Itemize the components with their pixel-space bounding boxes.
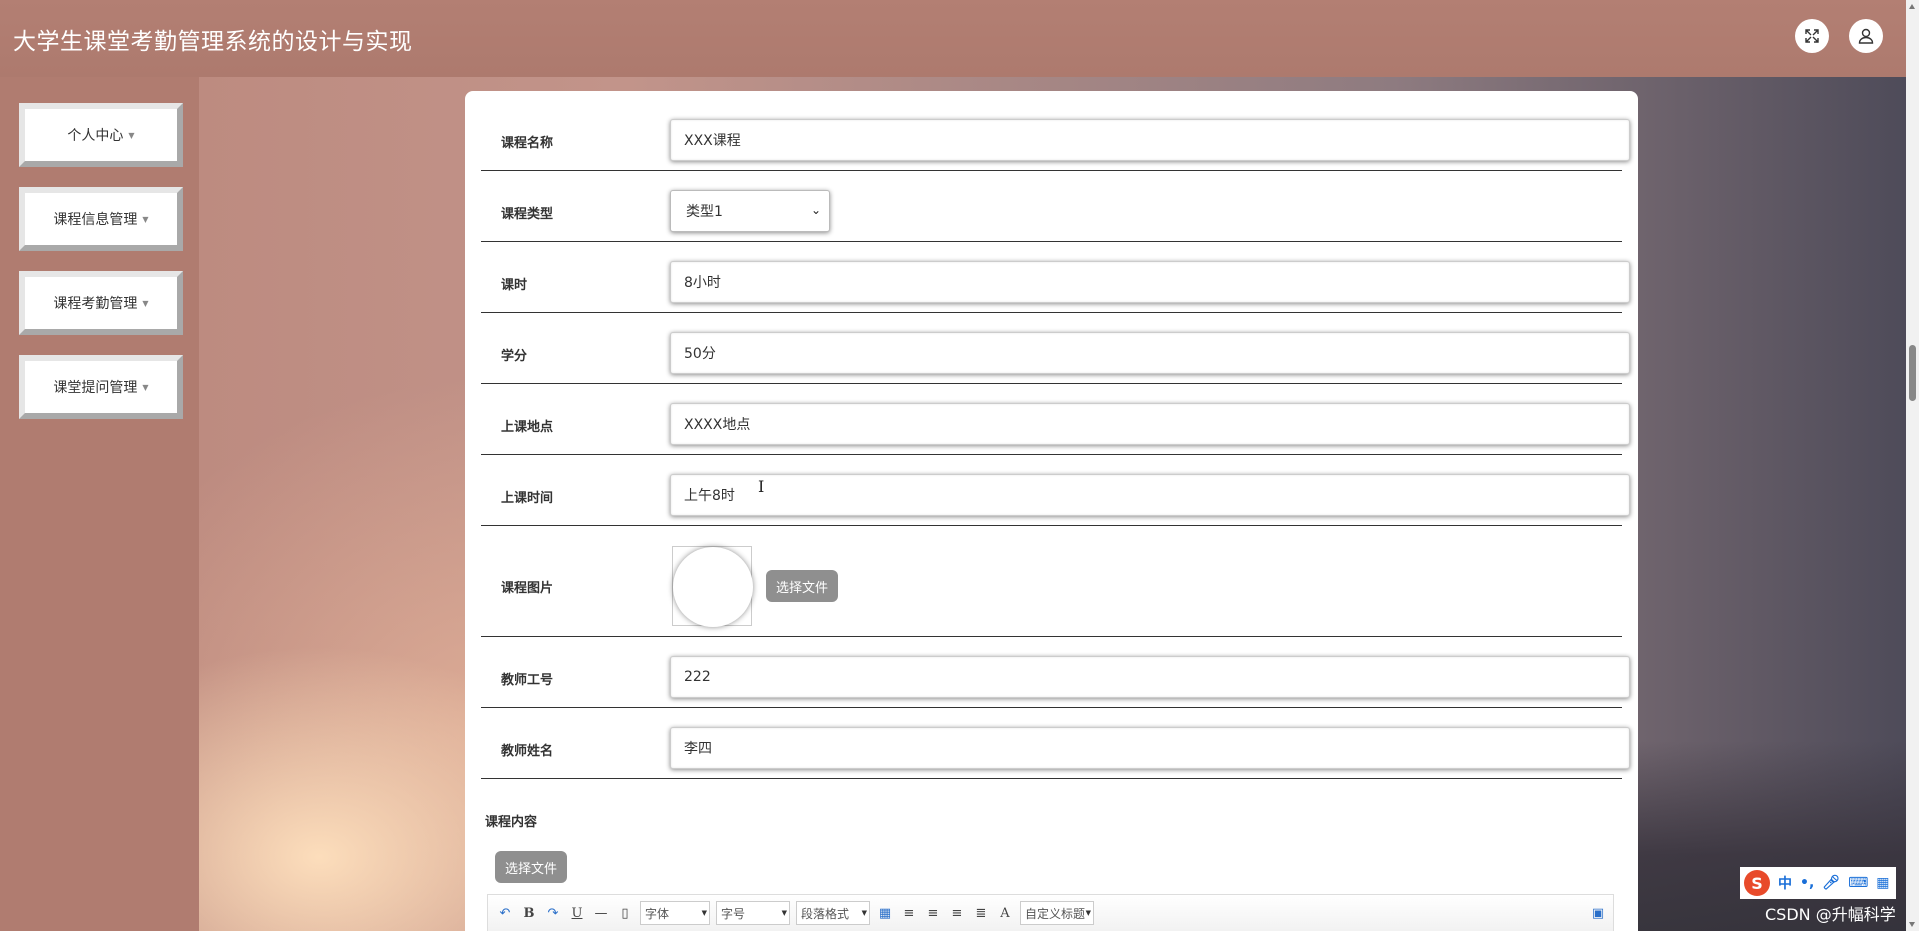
sidebar-item-label: 课程信息管理	[53, 212, 138, 228]
teacher-name-label: 教师姓名	[501, 744, 554, 759]
scroll-thumb[interactable]	[1909, 345, 1916, 401]
dropdown-arrow-icon: ▼	[861, 909, 867, 917]
align-right-icon[interactable]: ≡	[924, 904, 942, 922]
caret-down-icon: ▼	[142, 382, 149, 392]
location-input[interactable]: XXXX地点	[670, 403, 1630, 445]
course-name-input[interactable]: XXX课程	[670, 119, 1630, 161]
form-row-credits: 学分 50分	[481, 313, 1630, 384]
teacher-id-label: 教师工号	[501, 673, 554, 688]
fullscreen-editor-icon[interactable]: ▣	[1589, 904, 1607, 922]
punctuation-icon[interactable]: •,	[1800, 875, 1814, 891]
sidebar: 个人中心 ▼ 课程信息管理 ▼ 课程考勤管理 ▼ 课堂提问管理 ▼	[0, 77, 199, 931]
sidebar-item-label: 课程考勤管理	[53, 296, 138, 312]
caret-down-icon: ▼	[142, 298, 149, 308]
location-label: 上课地点	[501, 420, 554, 435]
page-icon[interactable]: ▯	[616, 904, 634, 922]
scroll-up-icon[interactable]	[1909, 4, 1915, 9]
top-header: 大学生课堂考勤管理系统的设计与实现	[0, 0, 1906, 77]
teacher-id-input[interactable]: 222	[670, 656, 1630, 698]
course-form-card: 课程名称 XXX课程 课程类型 类型1 ⌄ 课时 8小时 学分 50分 上课地点…	[465, 91, 1638, 931]
course-type-value: 类型1	[686, 204, 723, 220]
scroll-down-icon[interactable]	[1909, 922, 1915, 927]
user-button[interactable]	[1849, 19, 1883, 53]
hours-input[interactable]: 8小时	[670, 261, 1630, 303]
table-icon[interactable]: ▦	[876, 904, 894, 922]
redo-icon[interactable]: ↷	[544, 904, 562, 922]
paragraph-format-value: 段落格式	[801, 906, 850, 921]
font-family-value: 字体	[645, 906, 670, 921]
dropdown-arrow-icon: ▼	[781, 909, 787, 917]
keyboard-icon[interactable]: ⌨︎	[1848, 875, 1868, 891]
align-left-icon[interactable]: ≡	[900, 904, 918, 922]
caret-down-icon: ▼	[142, 214, 149, 224]
course-type-label: 课程类型	[501, 207, 554, 222]
teacher-name-input[interactable]: 李四	[670, 727, 1630, 769]
apps-grid-icon[interactable]: ▦	[1876, 875, 1889, 891]
chevron-down-icon: ⌄	[810, 203, 821, 217]
font-color-icon[interactable]: A	[996, 904, 1014, 922]
form-row-hours: 课时 8小时	[481, 242, 1630, 313]
font-size-dropdown[interactable]: 字号 ▼	[716, 901, 790, 925]
credits-label: 学分	[501, 349, 528, 364]
hours-label: 课时	[501, 278, 528, 293]
ime-mode[interactable]: 中	[1778, 873, 1792, 893]
paragraph-format-dropdown[interactable]: 段落格式 ▼	[796, 901, 870, 925]
course-content-label: 课程内容	[485, 815, 538, 830]
sidebar-item-label: 个人中心	[67, 128, 124, 144]
broken-image-icon	[673, 547, 753, 627]
user-icon	[1858, 28, 1874, 44]
sidebar-item-course-attendance[interactable]: 课程考勤管理 ▼	[19, 271, 183, 335]
course-image-preview	[672, 546, 753, 627]
dropdown-arrow-icon: ▼	[1085, 909, 1091, 917]
course-name-label: 课程名称	[501, 136, 554, 151]
form-row-course-type: 课程类型 类型1 ⌄	[481, 171, 1622, 242]
custom-title-dropdown[interactable]: 自定义标题 ▼	[1020, 901, 1094, 925]
font-family-dropdown[interactable]: 字体 ▼	[640, 901, 710, 925]
course-image-label: 课程图片	[501, 581, 554, 596]
watermark: CSDN @升幅科学	[1765, 905, 1896, 924]
font-size-value: 字号	[721, 906, 746, 921]
sidebar-item-label: 课堂提问管理	[53, 380, 138, 396]
align-center-icon[interactable]: ≡	[948, 904, 966, 922]
sidebar-item-personal-center[interactable]: 个人中心 ▼	[19, 103, 183, 167]
sogou-logo-icon: S	[1744, 870, 1770, 896]
time-input[interactable]: 上午8时	[670, 474, 1630, 516]
app-title: 大学生课堂考勤管理系统的设计与实现	[13, 29, 413, 55]
align-justify-icon[interactable]: ≣	[972, 904, 990, 922]
horizontal-rule-icon[interactable]: —	[592, 904, 610, 922]
text-cursor-icon: I	[758, 477, 765, 496]
microphone-icon[interactable]: 🎤︎	[1822, 875, 1840, 891]
page-scrollbar[interactable]	[1906, 0, 1919, 931]
rich-text-toolbar: ↶ B ↷ U — ▯ 字体 ▼ 字号 ▼ 段落格式 ▼ ▦ ≡ ≡ ≡ ≣ A…	[487, 894, 1614, 931]
form-row-time: 上课时间 上午8时	[481, 455, 1630, 526]
undo-icon[interactable]: ↶	[496, 904, 514, 922]
form-row-teacher-id: 教师工号 222	[481, 637, 1630, 708]
fullscreen-button[interactable]	[1795, 19, 1829, 53]
choose-image-button[interactable]: 选择文件	[766, 570, 839, 602]
ime-toolbar[interactable]: S 中 •, 🎤︎ ⌨︎ ▦	[1740, 867, 1896, 899]
dropdown-arrow-icon: ▼	[701, 909, 707, 917]
custom-title-value: 自定义标题	[1025, 906, 1086, 921]
caret-down-icon: ▼	[128, 130, 135, 140]
sidebar-item-course-info[interactable]: 课程信息管理 ▼	[19, 187, 183, 251]
choose-content-file-button[interactable]: 选择文件	[495, 851, 568, 883]
course-type-select[interactable]: 类型1 ⌄	[670, 190, 830, 232]
form-row-course-image: 课程图片 选择文件	[481, 526, 1622, 637]
expand-icon	[1805, 29, 1819, 43]
form-row-location: 上课地点 XXXX地点	[481, 384, 1630, 455]
form-row-course-name: 课程名称 XXX课程	[481, 91, 1630, 171]
underline-icon[interactable]: U	[568, 904, 586, 922]
form-row-teacher-name: 教师姓名 李四	[481, 708, 1630, 779]
sidebar-item-class-questions[interactable]: 课堂提问管理 ▼	[19, 355, 183, 419]
credits-input[interactable]: 50分	[670, 332, 1630, 374]
time-label: 上课时间	[501, 491, 554, 506]
bold-icon[interactable]: B	[520, 904, 538, 922]
